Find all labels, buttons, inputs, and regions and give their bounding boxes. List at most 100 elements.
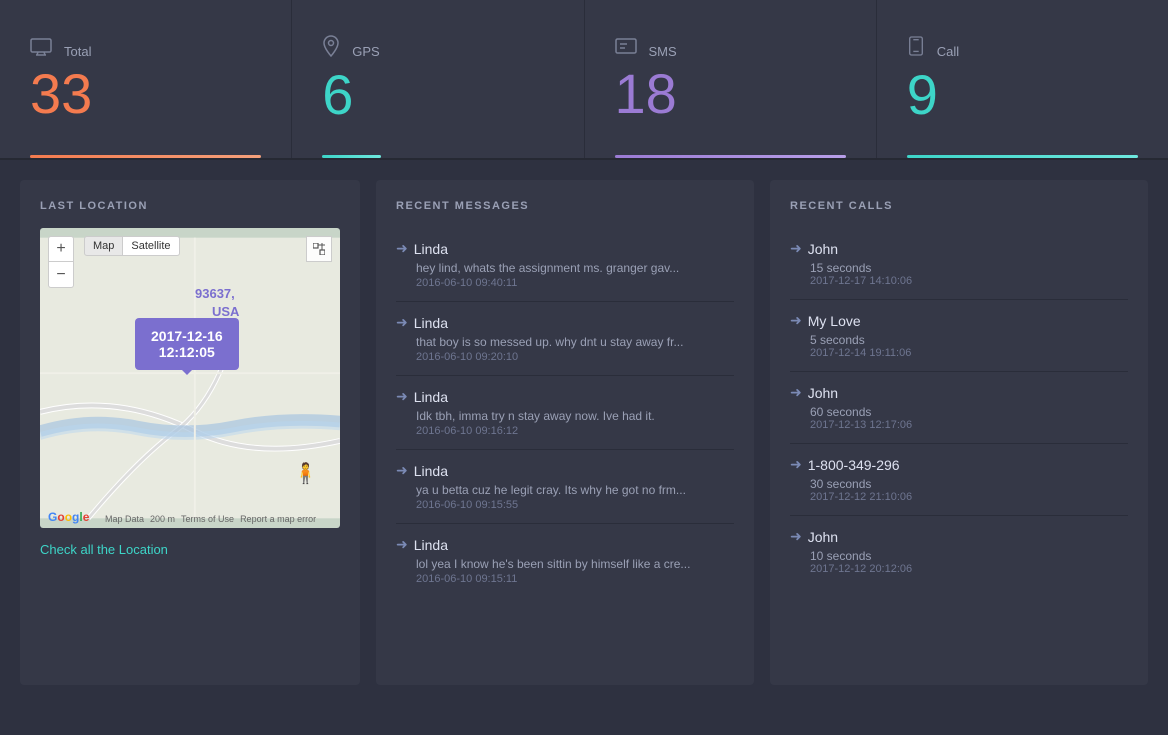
call-item: ➜ John 60 seconds 2017-12-13 12:17:06: [790, 372, 1128, 444]
message-time: 2016-06-10 09:15:11: [396, 573, 734, 585]
map-type-satellite-tab[interactable]: Satellite: [123, 236, 179, 256]
stat-bar-total: [30, 155, 261, 158]
message-text: hey lind, whats the assignment ms. grang…: [396, 261, 734, 275]
map-terms-label: Terms of Use: [181, 514, 234, 524]
call-item: ➜ John 10 seconds 2017-12-12 20:12:06: [790, 516, 1128, 587]
message-time: 2016-06-10 09:20:10: [396, 351, 734, 363]
message-text: that boy is so messed up. why dnt u stay…: [396, 335, 734, 349]
caller-name: John: [808, 385, 838, 401]
messages-title: RECENT MESSAGES: [396, 200, 734, 212]
calls-list: ➜ John 15 seconds 2017-12-17 14:10:06 ➜ …: [790, 228, 1128, 587]
map-tooltip-date: 2017-12-16: [151, 328, 223, 344]
stat-value-sms: 18: [615, 66, 846, 122]
outgoing-icon: ➜: [396, 388, 408, 405]
caller-name: John: [808, 529, 838, 545]
stat-icon-call: [907, 35, 925, 63]
call-time: 2017-12-14 19:11:06: [790, 347, 1128, 359]
stat-icon-sms: [615, 36, 637, 62]
map-type-map-tab[interactable]: Map: [84, 236, 123, 256]
message-sender: ➜ Linda: [396, 536, 734, 553]
map-report-label: Report a map error: [240, 514, 316, 524]
stat-value-gps: 6: [322, 67, 553, 123]
stat-top-sms: SMS: [615, 36, 846, 62]
incoming-call-icon: ➜: [790, 456, 802, 473]
message-time: 2016-06-10 09:40:11: [396, 277, 734, 289]
call-item: ➜ My Love 5 seconds 2017-12-14 19:11:06: [790, 300, 1128, 372]
stat-icon-total: [30, 36, 52, 62]
map-zoom-in-button[interactable]: +: [48, 236, 74, 262]
incoming-icon: ➜: [396, 314, 408, 331]
outgoing-icon: ➜: [396, 240, 408, 257]
incoming-icon: ➜: [396, 462, 408, 479]
call-duration: 60 seconds: [790, 405, 1128, 419]
outgoing-call-icon: ➜: [790, 240, 802, 257]
sender-name: Linda: [414, 241, 448, 257]
message-sender: ➜ Linda: [396, 240, 734, 257]
message-sender: ➜ Linda: [396, 388, 734, 405]
map-footer: Map Data 200 m Terms of Use Report a map…: [105, 514, 316, 524]
stat-bar-call: [907, 155, 1138, 158]
message-item: ➜ Linda lol yea I know he's been sittin …: [396, 524, 734, 597]
map-person-icon: 🧍: [293, 461, 318, 486]
message-item: ➜ Linda hey lind, whats the assignment m…: [396, 228, 734, 302]
recent-calls-panel: RECENT CALLS ➜ John 15 seconds 2017-12-1…: [770, 180, 1148, 685]
message-text: lol yea I know he's been sittin by himse…: [396, 557, 734, 571]
message-sender: ➜ Linda: [396, 462, 734, 479]
message-item: ➜ Linda ya u betta cuz he legit cray. It…: [396, 450, 734, 524]
message-time: 2016-06-10 09:15:55: [396, 499, 734, 511]
message-item: ➜ Linda that boy is so messed up. why dn…: [396, 302, 734, 376]
incoming-call-icon: ➜: [790, 312, 802, 329]
last-location-title: LAST LOCATION: [40, 200, 340, 212]
message-time: 2016-06-10 09:16:12: [396, 425, 734, 437]
map-tooltip-time: 12:12:05: [151, 344, 223, 360]
message-sender: ➜ Linda: [396, 314, 734, 331]
sender-name: Linda: [414, 389, 448, 405]
stat-label-total: Total: [64, 44, 91, 59]
map-zoom-controls[interactable]: + −: [48, 236, 74, 288]
stat-label-sms: SMS: [649, 44, 677, 59]
call-name: ➜ My Love: [790, 312, 1128, 329]
map-country-label: USA: [212, 304, 239, 319]
message-text: ya u betta cuz he legit cray. Its why he…: [396, 483, 734, 497]
call-name: ➜ John: [790, 384, 1128, 401]
map-data-label: Map Data: [105, 514, 144, 524]
call-item: ➜ John 15 seconds 2017-12-17 14:10:06: [790, 228, 1128, 300]
check-location-link[interactable]: Check all the Location: [40, 542, 340, 557]
stat-card-gps: GPS 6: [292, 0, 584, 158]
sender-name: Linda: [414, 463, 448, 479]
stat-card-sms: SMS 18: [585, 0, 877, 158]
map-location-code: 93637,: [195, 286, 235, 301]
call-name: ➜ John: [790, 528, 1128, 545]
map-type-tabs[interactable]: Map Satellite: [84, 236, 180, 256]
call-item: ➜ 1-800-349-296 30 seconds 2017-12-12 21…: [790, 444, 1128, 516]
map-zoom-out-button[interactable]: −: [48, 262, 74, 288]
call-duration: 10 seconds: [790, 549, 1128, 563]
caller-name: John: [808, 241, 838, 257]
call-time: 2017-12-13 12:17:06: [790, 419, 1128, 431]
stat-value-total: 33: [30, 66, 261, 122]
stat-icon-gps: [322, 35, 340, 63]
calls-title: RECENT CALLS: [790, 200, 1128, 212]
stat-value-call: 9: [907, 67, 1138, 123]
call-time: 2017-12-12 21:10:06: [790, 491, 1128, 503]
call-duration: 30 seconds: [790, 477, 1128, 491]
stat-card-total: Total 33: [0, 0, 292, 158]
messages-list: ➜ Linda hey lind, whats the assignment m…: [396, 228, 734, 597]
caller-name: My Love: [808, 313, 861, 329]
map-expand-button[interactable]: [306, 236, 332, 262]
expand-icon: [313, 243, 325, 255]
call-duration: 5 seconds: [790, 333, 1128, 347]
call-name: ➜ 1-800-349-296: [790, 456, 1128, 473]
map-scale-label: 200 m: [150, 514, 175, 524]
map-location-tooltip: 2017-12-16 12:12:05: [135, 318, 239, 370]
sender-name: Linda: [414, 315, 448, 331]
call-time: 2017-12-17 14:10:06: [790, 275, 1128, 287]
caller-name: 1-800-349-296: [808, 457, 900, 473]
incoming-icon: ➜: [396, 536, 408, 553]
stat-top-call: Call: [907, 35, 1138, 63]
outgoing-call-icon: ➜: [790, 384, 802, 401]
stat-bar-sms: [615, 155, 846, 158]
map-watermark: Google: [48, 510, 89, 524]
call-name: ➜ John: [790, 240, 1128, 257]
main-content: LAST LOCATION + −: [0, 160, 1168, 705]
